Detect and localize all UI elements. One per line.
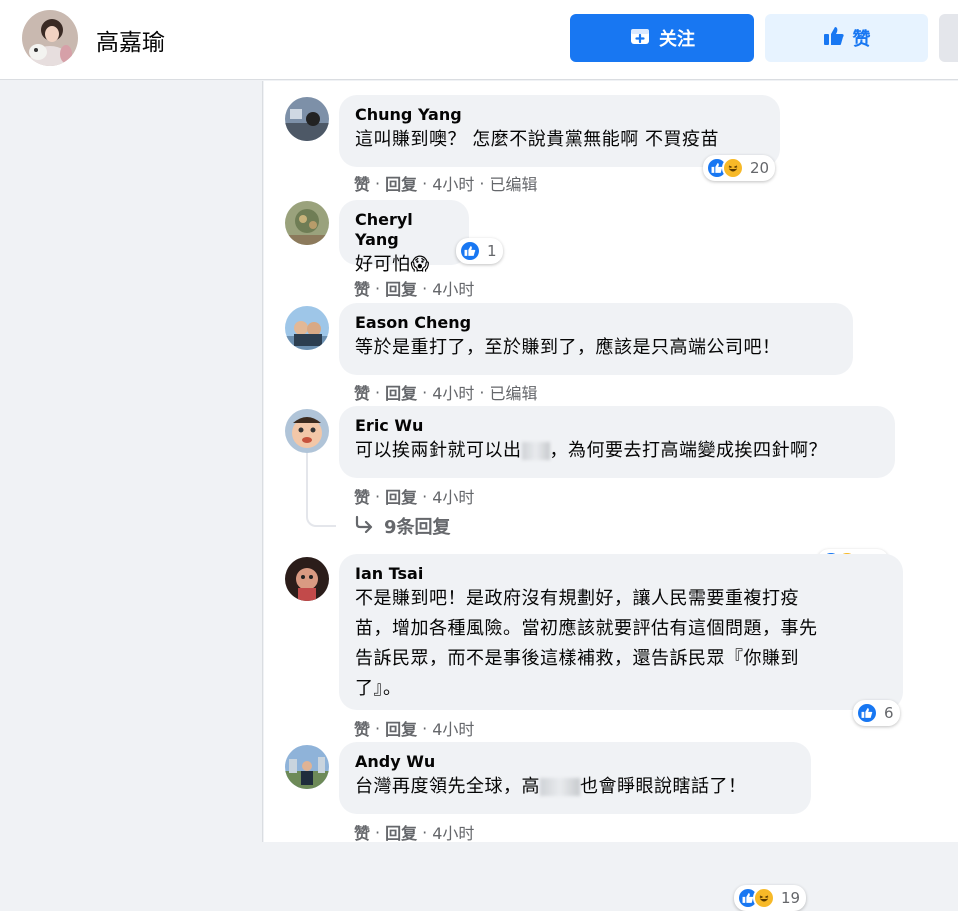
haha-icon xyxy=(722,157,744,179)
reaction-count: 1 xyxy=(487,242,497,260)
comment-author[interactable]: Eric Wu xyxy=(355,416,879,436)
comment-bubble: Andy Wu 台灣再度領先全球，高 也會睜眼說瞎話了！ xyxy=(339,742,811,814)
view-replies-link[interactable]: 9条回复 xyxy=(354,513,451,539)
edited-label[interactable]: 已编辑 xyxy=(490,171,538,195)
avatar[interactable] xyxy=(285,745,329,789)
avatar[interactable] xyxy=(285,409,329,453)
follow-icon xyxy=(629,25,651,52)
thread-connector xyxy=(306,451,336,527)
reply-action[interactable]: 回复 xyxy=(385,484,417,508)
like-action[interactable]: 赞 xyxy=(354,171,370,195)
comment-time[interactable]: 4小时 xyxy=(432,380,474,404)
reaction-count: 20 xyxy=(750,159,770,177)
reply-action[interactable]: 回复 xyxy=(385,820,417,844)
like-page-label: 赞 xyxy=(852,29,871,50)
like-page-button[interactable]: 赞 xyxy=(765,14,928,62)
comment-text: 這叫賺到噢？ 怎麼不說貴黨無能啊 不買疫苗 xyxy=(355,129,719,150)
reply-arrow-icon xyxy=(354,515,374,538)
comment-actions: 赞 · 回复 · 4小时 xyxy=(354,484,474,508)
reaction-summary[interactable]: 6 xyxy=(853,700,900,726)
comment-author[interactable]: Chung Yang xyxy=(355,105,764,125)
follow-label: 关注 xyxy=(659,29,695,50)
comment-actions: 赞 · 回复 · 4小时 xyxy=(354,716,474,740)
blurred-text xyxy=(540,778,580,796)
comment-time[interactable]: 4小时 xyxy=(432,716,474,740)
page-header: 高嘉瑜 关注 赞 xyxy=(0,0,958,80)
avatar[interactable] xyxy=(285,97,329,141)
follow-button[interactable]: 关注 xyxy=(570,14,754,62)
reply-action[interactable]: 回复 xyxy=(385,171,417,195)
page-name[interactable]: 高嘉瑜 xyxy=(96,23,165,57)
comment-author[interactable]: Cheryl Yang xyxy=(355,210,453,250)
comment-actions: 赞 · 回复 · 4小时 xyxy=(354,276,474,300)
comment-author[interactable]: Eason Cheng xyxy=(355,313,837,333)
like-icon xyxy=(856,702,878,724)
avatar[interactable] xyxy=(285,306,329,350)
comment-actions: 赞 · 回复 · 4小时 · 已编辑 xyxy=(354,380,538,404)
reaction-summary[interactable]: 1 xyxy=(456,238,503,264)
edited-label[interactable]: 已编辑 xyxy=(490,380,538,404)
comment-text: 等於是重打了，至於賺到了，應該是只高端公司吧！ xyxy=(355,337,781,358)
comment-author[interactable]: Ian Tsai xyxy=(355,564,887,584)
comment-text: 台灣再度領先全球，高 也會睜眼說瞎話了！ xyxy=(355,776,747,797)
comment-text: 可以挨兩針就可以出 ，為何要去打高端變成挨四針啊？ xyxy=(355,440,827,461)
comment-bubble: Eric Wu 可以挨兩針就可以出 ，為何要去打高端變成挨四針啊？ xyxy=(339,406,895,478)
like-action[interactable]: 赞 xyxy=(354,276,370,300)
replies-count-label: 9条回复 xyxy=(384,517,451,538)
avatar[interactable] xyxy=(285,201,329,245)
reaction-summary[interactable]: 19 xyxy=(734,885,807,911)
reply-action[interactable]: 回复 xyxy=(385,380,417,404)
page-avatar[interactable] xyxy=(22,10,78,66)
blurred-text xyxy=(521,442,550,460)
comment-time[interactable]: 4小时 xyxy=(432,276,474,300)
comment-bubble: Ian Tsai 不是賺到吧！是政府沒有規劃好，讓人民需要重複打疫 苗，增加各種… xyxy=(339,554,903,710)
comments-list: Chung Yang 這叫賺到噢？ 怎麼不說貴黨無能啊 不買疫苗 20 赞 · … xyxy=(264,81,958,911)
reply-action[interactable]: 回复 xyxy=(385,276,417,300)
comment-actions: 赞 · 回复 · 4小时 xyxy=(354,820,474,844)
reply-action[interactable]: 回复 xyxy=(385,716,417,740)
like-action[interactable]: 赞 xyxy=(354,380,370,404)
like-action[interactable]: 赞 xyxy=(354,716,370,740)
like-icon xyxy=(459,240,481,262)
thumbs-up-icon xyxy=(823,25,845,52)
haha-icon xyxy=(753,887,775,909)
comment-bubble: Cheryl Yang 好可怕😱 xyxy=(339,200,469,275)
like-action[interactable]: 赞 xyxy=(354,820,370,844)
left-sidebar xyxy=(0,81,263,842)
reaction-count: 6 xyxy=(884,704,894,722)
more-button[interactable] xyxy=(939,14,958,62)
comment-text: 不是賺到吧！是政府沒有規劃好，讓人民需要重複打疫 苗，增加各種風險。當初應該就要… xyxy=(355,588,818,699)
reaction-summary[interactable]: 20 xyxy=(703,155,776,181)
avatar[interactable] xyxy=(285,557,329,601)
comment-bubble: Eason Cheng 等於是重打了，至於賺到了，應該是只高端公司吧！ xyxy=(339,303,853,375)
comment-actions: 赞 · 回复 · 4小时 · 已编辑 xyxy=(354,171,538,195)
reaction-count: 19 xyxy=(781,889,801,907)
comment-author[interactable]: Andy Wu xyxy=(355,752,795,772)
comment-time[interactable]: 4小时 xyxy=(432,820,474,844)
comment-time[interactable]: 4小时 xyxy=(432,484,474,508)
comment-time[interactable]: 4小时 xyxy=(432,171,474,195)
like-action[interactable]: 赞 xyxy=(354,484,370,508)
